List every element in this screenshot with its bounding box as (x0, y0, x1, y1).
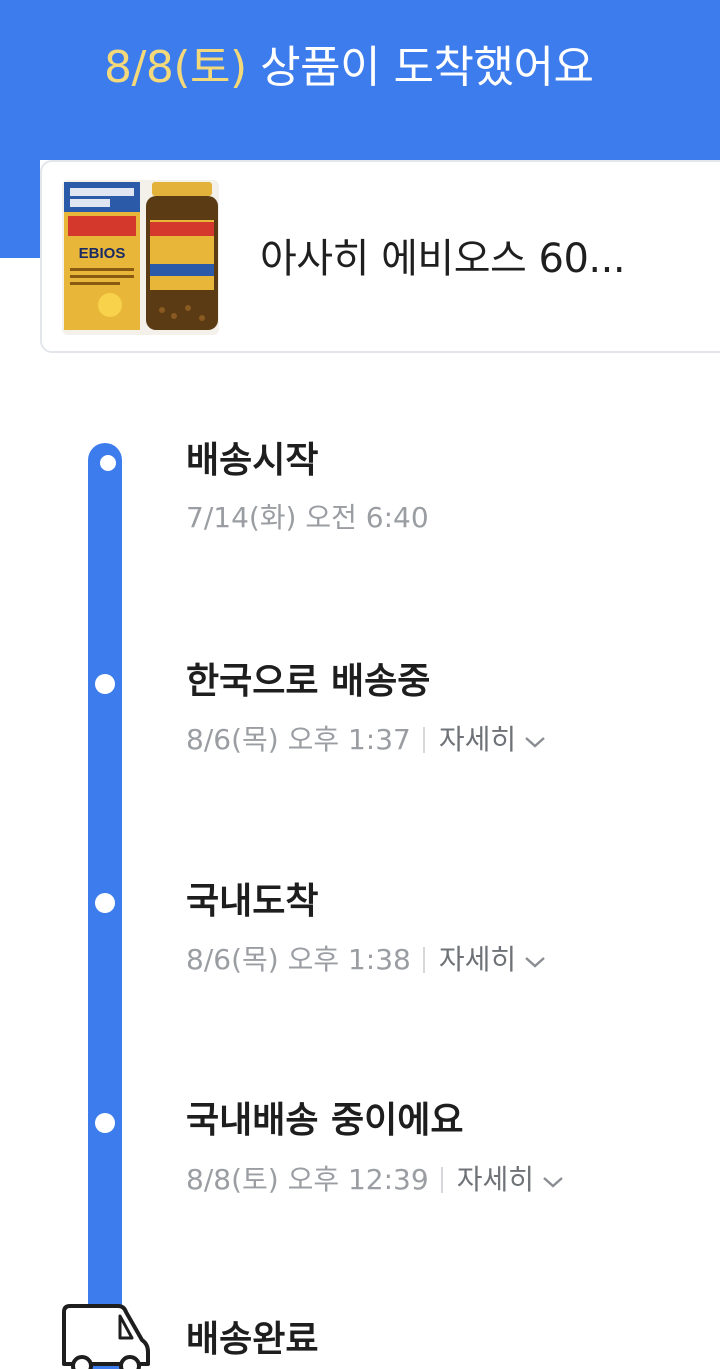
details-toggle-button[interactable]: 자세히 (439, 720, 546, 760)
details-toggle-button[interactable]: 자세히 (439, 940, 546, 980)
divider (422, 947, 425, 973)
header-banner-extension (0, 160, 40, 258)
timeline-dot (95, 1113, 115, 1133)
delivery-status-title: 8/8(토) 상품이 도착했어요 (104, 38, 594, 98)
product-name: 아사히 에비오스 60... (260, 236, 626, 282)
step-meta-to-korea: 8/6(목) 오후 1:37 자세히 (186, 720, 546, 760)
step-meta-domestic-shipping: 8/8(토) 오후 12:39 자세히 (186, 1160, 564, 1200)
chevron-down-icon (542, 1160, 564, 1200)
svg-text:EBIOS: EBIOS (79, 245, 126, 262)
arrival-message: 상품이 도착했어요 (260, 42, 594, 93)
timeline-dot (95, 893, 115, 913)
step-time-shipping-start: 7/14(화) 오전 6:40 (186, 498, 429, 538)
step-time: 8/6(목) 오후 1:38 (186, 943, 411, 976)
step-time: 8/8(토) 오후 12:39 (186, 1163, 429, 1196)
step-title-domestic-arrival: 국내도착 (186, 881, 319, 922)
product-card[interactable]: EBIOS 아사히 에비오스 60... (40, 160, 720, 353)
step-title-domestic-shipping: 국내배송 중이에요 (186, 1100, 464, 1141)
product-image: EBIOS (62, 180, 219, 335)
chevron-down-icon (524, 720, 546, 760)
timeline-dot-start (95, 450, 121, 476)
step-time: 7/14(화) 오전 6:40 (186, 501, 429, 534)
step-title-shipping-start: 배송시작 (186, 440, 319, 481)
details-label: 자세히 (456, 1163, 534, 1196)
details-toggle-button[interactable]: 자세히 (457, 1160, 564, 1200)
step-meta-domestic-arrival: 8/6(목) 오후 1:38 자세히 (186, 940, 546, 980)
step-title-delivered: 배송완료 (186, 1319, 319, 1360)
divider (422, 727, 425, 753)
details-label: 자세히 (438, 723, 517, 756)
details-label: 자세히 (438, 943, 517, 976)
arrival-date: 8/8(토) (104, 42, 247, 93)
step-title-to-korea: 한국으로 배송중 (186, 661, 431, 702)
truck-icon (58, 1300, 156, 1369)
chevron-down-icon (524, 940, 546, 980)
divider (440, 1167, 443, 1193)
timeline-dot (95, 674, 115, 694)
step-time: 8/6(목) 오후 1:37 (186, 723, 411, 756)
